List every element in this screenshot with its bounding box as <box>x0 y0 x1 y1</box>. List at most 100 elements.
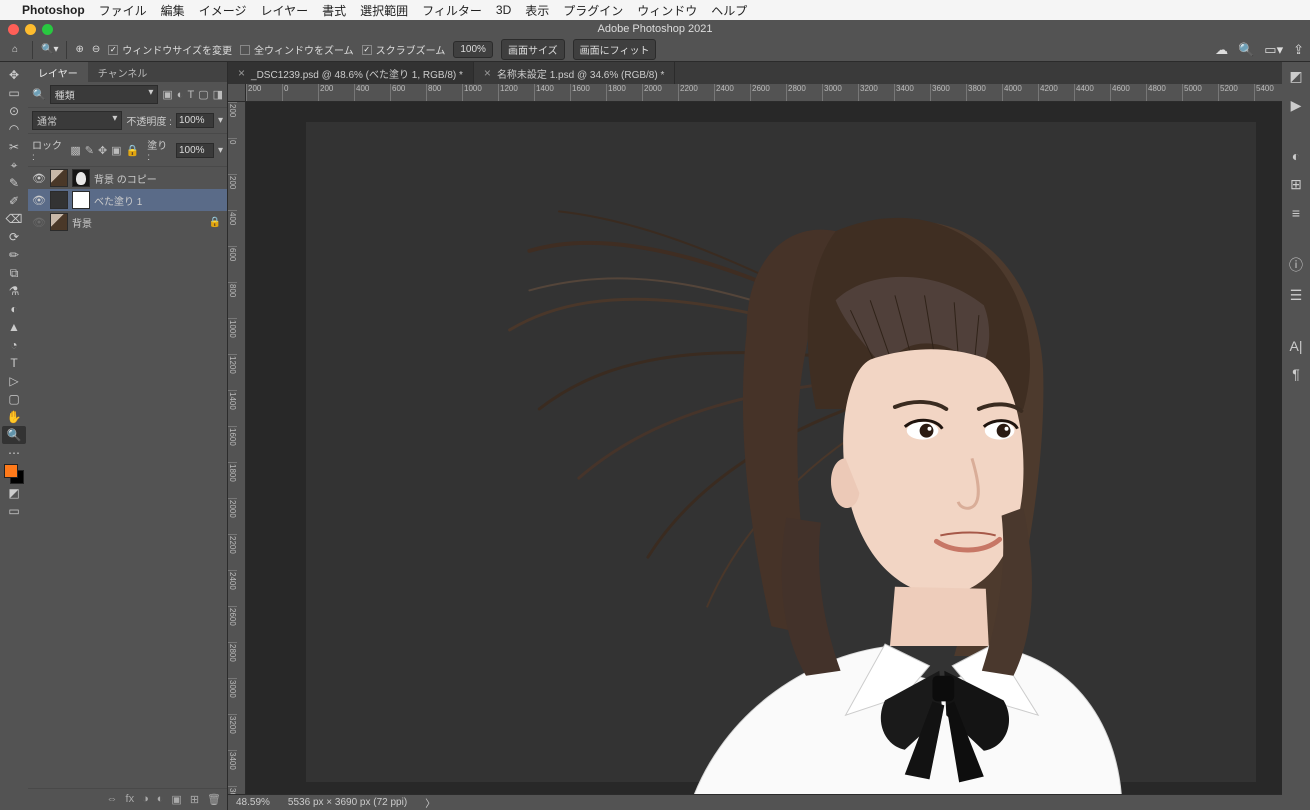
panel-icon[interactable]: ≡ <box>1292 205 1300 221</box>
layer-row[interactable]: 👁 背景 のコピー <box>28 167 227 189</box>
pen-tool[interactable]: ◔ <box>2 336 26 354</box>
color-swatches[interactable] <box>4 464 24 484</box>
menu-edit[interactable]: 編集 <box>161 2 185 19</box>
close-tab-icon[interactable]: × <box>238 66 245 80</box>
zoom-value[interactable]: 48.59% <box>236 797 270 808</box>
fit-screen-button[interactable]: 画面サイズ <box>501 39 565 60</box>
menu-file[interactable]: ファイル <box>99 2 147 19</box>
filter-type-icon[interactable]: T <box>187 89 194 101</box>
document-tab[interactable]: × _DSC1239.psd @ 48.6% (べた塗り 1, RGB/8) * <box>228 62 474 84</box>
layer-row[interactable]: 👁 べた塗り 1 <box>28 189 227 211</box>
blend-mode-select[interactable]: 通常▾ <box>32 111 122 130</box>
path-select-tool[interactable]: ▷ <box>2 372 26 390</box>
zoom-out-icon[interactable]: ⊖ <box>92 44 100 55</box>
edit-toolbar-icon[interactable]: ⋯ <box>2 444 26 462</box>
panel-character-icon[interactable]: A| <box>1290 338 1303 354</box>
lock-paint-icon[interactable]: ✎ <box>85 144 94 157</box>
menu-help[interactable]: ヘルプ <box>711 2 747 19</box>
marquee-tool[interactable]: ▭ <box>2 84 26 102</box>
visibility-toggle[interactable]: 👁 <box>32 172 46 185</box>
lasso-tool[interactable]: ⊙ <box>2 102 26 120</box>
type-tool[interactable]: T <box>2 354 26 372</box>
filter-shape-icon[interactable]: ▢ <box>198 88 208 101</box>
fit-window-button[interactable]: 画面にフィット <box>573 39 657 60</box>
hand-tool[interactable]: ✋ <box>2 408 26 426</box>
menu-view[interactable]: 表示 <box>525 2 549 19</box>
add-mask-icon[interactable]: ◑ <box>142 793 149 806</box>
workspace-icon[interactable]: ▭▾ <box>1264 42 1283 58</box>
zoom-100-button[interactable]: 100% <box>453 41 493 58</box>
search-icon[interactable]: 🔍 <box>1238 42 1254 58</box>
panel-info-icon[interactable]: ⓘ <box>1289 255 1303 275</box>
eyedropper-tool[interactable]: ✎ <box>2 174 26 192</box>
window-minimize[interactable] <box>25 24 36 35</box>
ruler-origin[interactable] <box>228 84 246 102</box>
group-icon[interactable]: ▣ <box>171 793 181 806</box>
eraser-tool[interactable]: ⧉ <box>2 264 26 282</box>
cloud-docs-icon[interactable]: ☁ <box>1215 42 1228 58</box>
filter-smart-icon[interactable]: ◨ <box>213 88 223 101</box>
panel-icon[interactable]: ◩ <box>1289 68 1302 85</box>
move-tool[interactable]: ✥ <box>2 66 26 84</box>
close-tab-icon[interactable]: × <box>484 66 491 80</box>
filter-pixel-icon[interactable]: ▣ <box>162 88 172 101</box>
quickmask-icon[interactable]: ◩ <box>2 484 26 502</box>
stamp-tool[interactable]: ⟳ <box>2 228 26 246</box>
app-name[interactable]: Photoshop <box>22 3 85 17</box>
opacity-input[interactable] <box>176 113 214 128</box>
panel-icon[interactable]: ☰ <box>1290 287 1303 304</box>
layer-thumb[interactable] <box>50 213 68 231</box>
panel-icon[interactable]: ▶ <box>1291 97 1302 114</box>
layer-mask-thumb[interactable] <box>72 191 90 209</box>
menu-layer[interactable]: レイヤー <box>260 2 308 19</box>
lock-all-icon[interactable]: 🔒 <box>126 144 140 157</box>
resize-window-checkbox[interactable]: ウィンドウサイズを変更 <box>108 42 232 57</box>
visibility-toggle[interactable]: 👁 <box>32 216 46 229</box>
window-close[interactable] <box>8 24 19 35</box>
zoom-tool-icon[interactable]: 🔍▾ <box>41 44 58 55</box>
frame-tool[interactable]: ⌖ <box>2 156 26 174</box>
filter-adjust-icon[interactable]: ◐ <box>177 89 184 101</box>
delete-layer-icon[interactable]: 🗑 <box>207 793 221 806</box>
panel-paragraph-icon[interactable]: ¶ <box>1292 366 1300 382</box>
fill-input[interactable] <box>176 143 214 158</box>
layer-mask-thumb[interactable] <box>72 169 90 187</box>
layer-thumb[interactable] <box>50 191 68 209</box>
menu-type[interactable]: 書式 <box>322 2 346 19</box>
window-zoom[interactable] <box>42 24 53 35</box>
home-icon[interactable]: ⌂ <box>6 44 24 55</box>
shape-tool[interactable]: ▢ <box>2 390 26 408</box>
layer-thumb[interactable] <box>50 169 68 187</box>
zoom-tool[interactable]: 🔍 <box>2 426 26 444</box>
menu-3d[interactable]: 3D <box>496 3 511 17</box>
menu-window[interactable]: ウィンドウ <box>637 2 697 19</box>
lock-move-icon[interactable]: ✥ <box>98 144 107 157</box>
zoom-all-checkbox[interactable]: 全ウィンドウをズーム <box>240 42 354 57</box>
blur-tool[interactable]: ◐ <box>2 300 26 318</box>
heal-tool[interactable]: ✐ <box>2 192 26 210</box>
adjustment-layer-icon[interactable]: ◐ <box>157 793 164 806</box>
brush-tool[interactable]: ⌫ <box>2 210 26 228</box>
gradient-tool[interactable]: ⚗ <box>2 282 26 300</box>
doc-info[interactable]: 5536 px × 3690 px (72 ppi) <box>288 797 407 808</box>
vertical-ruler[interactable]: 2000200400600800100012001400160018002000… <box>228 102 246 794</box>
crop-tool[interactable]: ✂ <box>2 138 26 156</box>
quick-select-tool[interactable]: ◠ <box>2 120 26 138</box>
tab-layers[interactable]: レイヤー <box>28 62 88 82</box>
fg-color-swatch[interactable] <box>4 464 18 478</box>
document-tab[interactable]: × 名称未設定 1.psd @ 34.6% (RGB/8) * <box>474 62 675 84</box>
dodge-tool[interactable]: ▲ <box>2 318 26 336</box>
horizontal-ruler[interactable]: 2000200400600800100012001400160018002000… <box>246 84 1282 102</box>
layer-kind-filter[interactable]: 種類▾ <box>50 85 159 104</box>
panel-color-icon[interactable]: ◐ <box>1292 148 1300 164</box>
new-layer-icon[interactable]: ⊞ <box>190 793 199 806</box>
tab-channels[interactable]: チャンネル <box>88 62 158 82</box>
menu-select[interactable]: 選択範囲 <box>360 2 408 19</box>
doc-info-chevron-icon[interactable]: 〉 <box>425 795 435 810</box>
screenmode-icon[interactable]: ▭ <box>2 502 26 520</box>
lock-transparent-icon[interactable]: ▩ <box>70 144 80 157</box>
lock-artboard-icon[interactable]: ▣ <box>111 144 121 157</box>
link-layers-icon[interactable]: ⇔ <box>107 793 118 806</box>
panel-swatches-icon[interactable]: ⊞ <box>1290 176 1302 193</box>
menu-plugin[interactable]: プラグイン <box>563 2 623 19</box>
